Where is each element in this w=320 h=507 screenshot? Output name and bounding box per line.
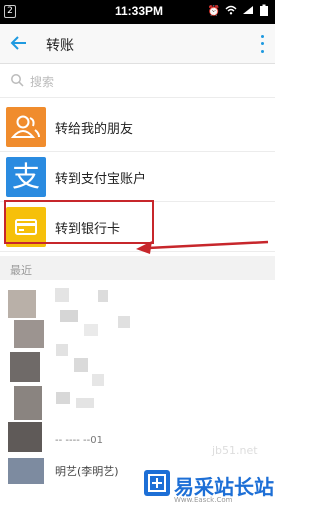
title-bar: 转账: [0, 24, 275, 64]
transfer-to-bank-card-label: 转到银行卡: [55, 221, 121, 236]
signal-icon: [242, 5, 254, 18]
status-time: 11:33PM: [115, 4, 164, 18]
blurred-text: [56, 344, 68, 356]
alarm-icon: ⏰: [207, 6, 220, 17]
blurred-text: [98, 290, 108, 302]
blurred-text: [84, 324, 98, 336]
blurred-avatar: [14, 386, 42, 420]
blurred-text: [60, 310, 78, 322]
battery-icon: [259, 4, 269, 19]
wifi-icon: [225, 5, 237, 18]
blurred-text: [74, 358, 88, 372]
page-title: 转账: [46, 37, 74, 53]
recent-section-label: 最近: [10, 264, 32, 277]
transfer-to-bank-card-item[interactable]: 转到银行卡: [0, 202, 275, 252]
blurred-avatar: [8, 290, 36, 318]
blurred-avatar: [8, 422, 42, 452]
transfer-to-alipay-item[interactable]: 支 转到支付宝账户: [0, 152, 275, 202]
watermark-url: jb51.net: [212, 444, 258, 457]
watermark-small-text: Www.Easck.Com: [174, 496, 233, 504]
notification-badge: 2: [4, 5, 16, 18]
search-bar[interactable]: 搜索: [0, 64, 275, 98]
blurred-text: [76, 398, 94, 408]
friend-icon: [6, 107, 46, 147]
recent-section-header: 最近: [0, 256, 275, 280]
search-placeholder: 搜索: [30, 75, 55, 89]
transfer-to-alipay-label: 转到支付宝账户: [55, 171, 147, 186]
blurred-text: [118, 316, 130, 328]
blurred-text: [56, 392, 70, 404]
status-icons: ⏰: [208, 4, 269, 19]
back-arrow-icon[interactable]: [8, 32, 30, 54]
search-icon: [11, 74, 24, 87]
blurred-text: [92, 374, 104, 386]
watermark-logo-icon: [144, 470, 170, 496]
transfer-to-friend-item[interactable]: 转给我的朋友: [0, 102, 275, 152]
blurred-avatar: [10, 352, 40, 382]
contact-avatar: [8, 458, 44, 484]
more-menu-icon[interactable]: [259, 33, 265, 55]
blurred-avatar: [14, 320, 44, 348]
bank-card-icon: [6, 207, 46, 247]
alipay-icon: 支: [6, 157, 46, 197]
status-bar: 2 11:33PM ⏰: [0, 0, 275, 24]
blurred-text: [55, 288, 69, 302]
recent-contact-name[interactable]: 明艺(李明艺): [55, 463, 119, 479]
transfer-to-friend-label: 转给我的朋友: [55, 121, 134, 136]
recent-contact-number: -- ---- --01: [55, 435, 103, 446]
site-watermark: 易采站长站 Www.Easck.Com: [138, 466, 275, 507]
